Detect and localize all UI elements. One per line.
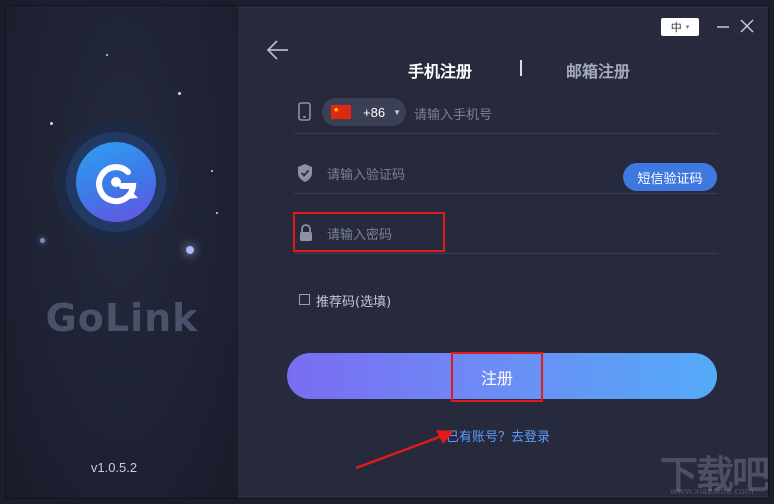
red-arrow-annotation (355, 430, 454, 470)
phone-underline (294, 133, 718, 134)
referral-checkbox[interactable] (299, 294, 310, 305)
tab-email-register[interactable]: 邮箱注册 (566, 58, 630, 82)
language-value: 中 (670, 21, 682, 34)
star-decoration (178, 92, 181, 95)
verification-code-input[interactable]: 请输入验证码 (327, 164, 405, 183)
tab-divider (520, 60, 522, 76)
star-decoration (40, 238, 45, 243)
register-highlight-box (451, 352, 543, 402)
back-button[interactable] (264, 36, 292, 64)
language-select[interactable]: 中 ▾ (661, 18, 699, 36)
country-code-value: +86 (363, 104, 386, 120)
china-flag-icon: ★ (331, 105, 351, 119)
verification-underline (294, 193, 718, 194)
send-sms-code-button[interactable]: 短信验证码 (623, 163, 717, 191)
close-icon (740, 19, 754, 33)
minimize-icon (717, 26, 729, 28)
tab-phone-register[interactable]: 手机注册 (408, 58, 472, 82)
chevron-down-icon: ▾ (685, 23, 690, 31)
phone-input[interactable]: 请输入手机号 (414, 104, 492, 123)
phone-icon (296, 102, 314, 122)
version-label: v1.0.5.2 (90, 460, 138, 475)
star-decoration (216, 212, 218, 214)
minimize-button[interactable] (714, 17, 732, 35)
password-highlight-box (293, 212, 445, 252)
country-code-select[interactable]: ★ +86 ▼ (322, 98, 406, 126)
golink-logo-icon (76, 142, 156, 222)
register-window: GoLink v1.0.5.2 中 ▾ 手机注册 邮箱注册 ★ +86 ▼ 请输 (6, 6, 768, 498)
brand-panel: GoLink v1.0.5.2 (6, 6, 238, 498)
referral-checkbox-label[interactable]: 推荐码(选填) (316, 291, 391, 310)
watermark-url: www.xiazaiba.com (670, 487, 754, 497)
star-decoration (186, 246, 194, 254)
site-watermark: 下载吧 www.xiazaiba.com (650, 444, 768, 498)
back-arrow-icon (266, 40, 288, 60)
chevron-down-icon: ▼ (393, 107, 401, 117)
star-decoration (211, 170, 213, 172)
shield-check-icon (296, 163, 314, 183)
password-underline (294, 253, 718, 254)
star-decoration (106, 54, 108, 56)
brand-name: GoLink (45, 296, 199, 340)
close-button[interactable] (738, 17, 756, 35)
star-decoration (50, 122, 53, 125)
